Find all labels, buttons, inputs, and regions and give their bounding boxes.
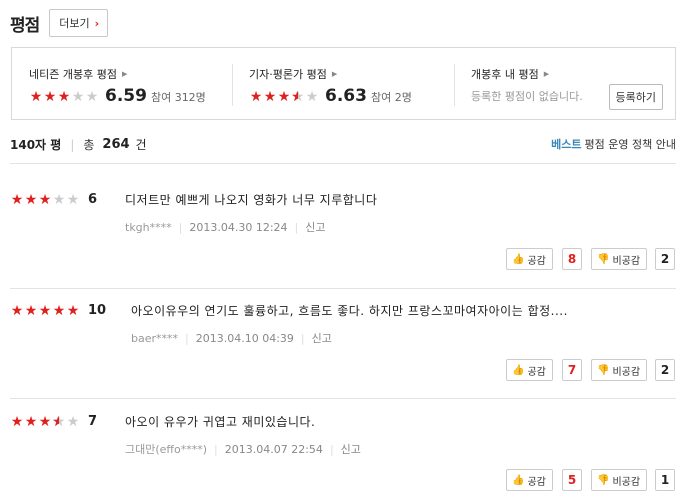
page-title: 평점 <box>10 15 40 36</box>
policy-link[interactable]: 평점 운영 정책 안내 <box>585 136 676 152</box>
star-icon: ★ <box>66 191 80 208</box>
star-icon: ★ <box>10 302 24 319</box>
critic-rating-title[interactable]: 기자·평론가 평점 ▶ <box>249 67 454 81</box>
like-count: 7 <box>562 359 582 381</box>
review-item: ★ ★ ★ ★ ★ 10 아오이유우의 연기도 훌륭하고, 흐름도 좋다. 하지만 프랑… <box>10 302 676 399</box>
more-label: 더보기 <box>59 17 90 30</box>
critic-participants: 참여 2명 <box>370 91 412 104</box>
review-text: 아오이 유우가 귀엽고 재미있습니다. <box>125 415 316 429</box>
review-list-header: 140자 평 | 총 264 건 베스트 평점 운영 정책 안내 <box>10 136 676 164</box>
review-section-title: 140자 평 <box>10 138 62 152</box>
star-icon: ★ <box>43 89 57 105</box>
star-icon: ★ <box>38 302 52 319</box>
rating-header: 평점 더보기 › <box>10 9 109 37</box>
dislike-count: 2 <box>655 359 675 381</box>
like-button[interactable]: 👍 공감 <box>506 469 553 491</box>
like-button[interactable]: 👍 공감 <box>506 248 553 270</box>
star-icon: ★ <box>24 191 38 208</box>
star-icon: ★ <box>277 89 291 105</box>
arrow-right-icon: ▶ <box>121 70 128 78</box>
dislike-button[interactable]: 👎 비공감 <box>591 359 648 381</box>
star-icon: ★ <box>10 191 24 208</box>
review-item: ★★★★★ 7 아오이 유우가 귀엽고 재미있습니다. 그대만(effo****… <box>10 413 676 496</box>
star-icon: ★ <box>263 89 277 105</box>
review-item: ★ ★ ★ ★ ★ 6 디저트만 예쁘게 나오지 영화가 너무 지루합니다 tkgh**… <box>10 191 676 289</box>
report-link[interactable]: 신고 <box>312 330 332 346</box>
review-date: 2013.04.10 04:39 <box>195 331 294 345</box>
total-count: 264 <box>102 137 130 152</box>
review-date: 2013.04.30 12:24 <box>189 220 288 234</box>
star-icon: ★ <box>29 89 43 105</box>
review-score: 10 <box>88 303 107 318</box>
star-icon: ★ <box>57 89 71 105</box>
star-icon: ★ <box>85 89 99 105</box>
star-rating: ★ ★ ★ ★ ★ <box>10 415 80 429</box>
star-icon: ★ <box>71 89 85 105</box>
divider: | <box>70 137 75 152</box>
dislike-button[interactable]: 👎 비공감 <box>591 469 648 491</box>
like-button[interactable]: 👍 공감 <box>506 359 553 381</box>
thumbs-down-icon: 👎 <box>597 474 610 486</box>
star-icon: ★ <box>291 90 305 104</box>
arrow-right-icon: ▶ <box>331 70 338 78</box>
netizen-rating: 네티즌 개봉후 평점 ▶ ★ ★ ★ ★ ★ 6.59 참여 312명 <box>12 48 232 119</box>
review-score: 7 <box>88 414 98 429</box>
dislike-button[interactable]: 👎 비공감 <box>591 248 648 270</box>
thumbs-up-icon: 👍 <box>512 474 525 486</box>
critic-score: 6.63 <box>325 86 367 106</box>
chevron-right-icon: › <box>94 16 100 30</box>
review-date: 2013.04.07 22:54 <box>224 442 323 456</box>
total-label: 총 <box>83 138 95 152</box>
review-score: 6 <box>88 192 98 207</box>
star-rating: ★ ★ ★ ★ ★ <box>10 193 80 207</box>
total-unit: 건 <box>135 138 147 152</box>
star-icon: ★ <box>24 413 38 430</box>
star-icon: ★ <box>52 191 66 208</box>
report-link[interactable]: 신고 <box>305 219 325 235</box>
rating-summary: 네티즌 개봉후 평점 ▶ ★ ★ ★ ★ ★ 6.59 참여 312명 기자·평론가 평… <box>11 47 676 120</box>
arrow-right-icon: ▶ <box>543 70 550 78</box>
critic-rating: 기자·평론가 평점 ▶ ★★★★★ 6.63 참여 2명 <box>232 48 454 119</box>
my-rating: 개봉후 내 평점 ▶ 등록한 평점이 없습니다. 등록하기 <box>454 48 675 119</box>
dislike-count: 1 <box>655 469 675 491</box>
star-icon: ★ <box>66 413 80 430</box>
star-icon: ★ <box>24 302 38 319</box>
review-text: 아오이유우의 연기도 훌륭하고, 흐름도 좋다. 하지만 프랑스꼬마여자아이는 … <box>131 304 568 318</box>
review-user: tkgh**** <box>125 220 172 234</box>
dislike-count: 2 <box>655 248 675 270</box>
star-icon: ★ <box>66 302 80 319</box>
star-rating: ★ ★ ★ ★ ★ <box>249 90 319 104</box>
netizen-participants: 참여 312명 <box>150 91 206 104</box>
best-link[interactable]: 베스트 <box>551 136 581 152</box>
netizen-score: 6.59 <box>105 86 147 106</box>
report-link[interactable]: 신고 <box>341 441 361 457</box>
my-rating-title[interactable]: 개봉후 내 평점 ▶ <box>471 67 675 81</box>
review-user: 그대만(effo****) <box>125 443 208 456</box>
star-icon: ★ <box>10 413 24 430</box>
star-rating: ★ ★ ★ ★ ★ <box>29 90 99 104</box>
like-count: 5 <box>562 469 582 491</box>
star-icon: ★ <box>52 302 66 319</box>
register-rating-button[interactable]: 등록하기 <box>608 84 663 110</box>
thumbs-down-icon: 👎 <box>597 364 610 376</box>
review-text: 디저트만 예쁘게 나오지 영화가 너무 지루합니다 <box>125 193 378 207</box>
more-button[interactable]: 더보기 › <box>49 9 109 37</box>
thumbs-up-icon: 👍 <box>512 364 525 376</box>
netizen-rating-title[interactable]: 네티즌 개봉후 평점 ▶ <box>29 67 232 81</box>
star-icon: ★ <box>305 89 319 105</box>
star-icon: ★ <box>38 413 52 430</box>
star-icon: ★ <box>38 191 52 208</box>
thumbs-up-icon: 👍 <box>512 253 525 265</box>
like-count: 8 <box>562 248 582 270</box>
star-icon: ★ <box>52 415 66 429</box>
star-icon: ★ <box>249 89 263 105</box>
star-rating: ★ ★ ★ ★ ★ <box>10 304 80 318</box>
thumbs-down-icon: 👎 <box>597 253 610 265</box>
review-user: baer**** <box>131 331 179 345</box>
